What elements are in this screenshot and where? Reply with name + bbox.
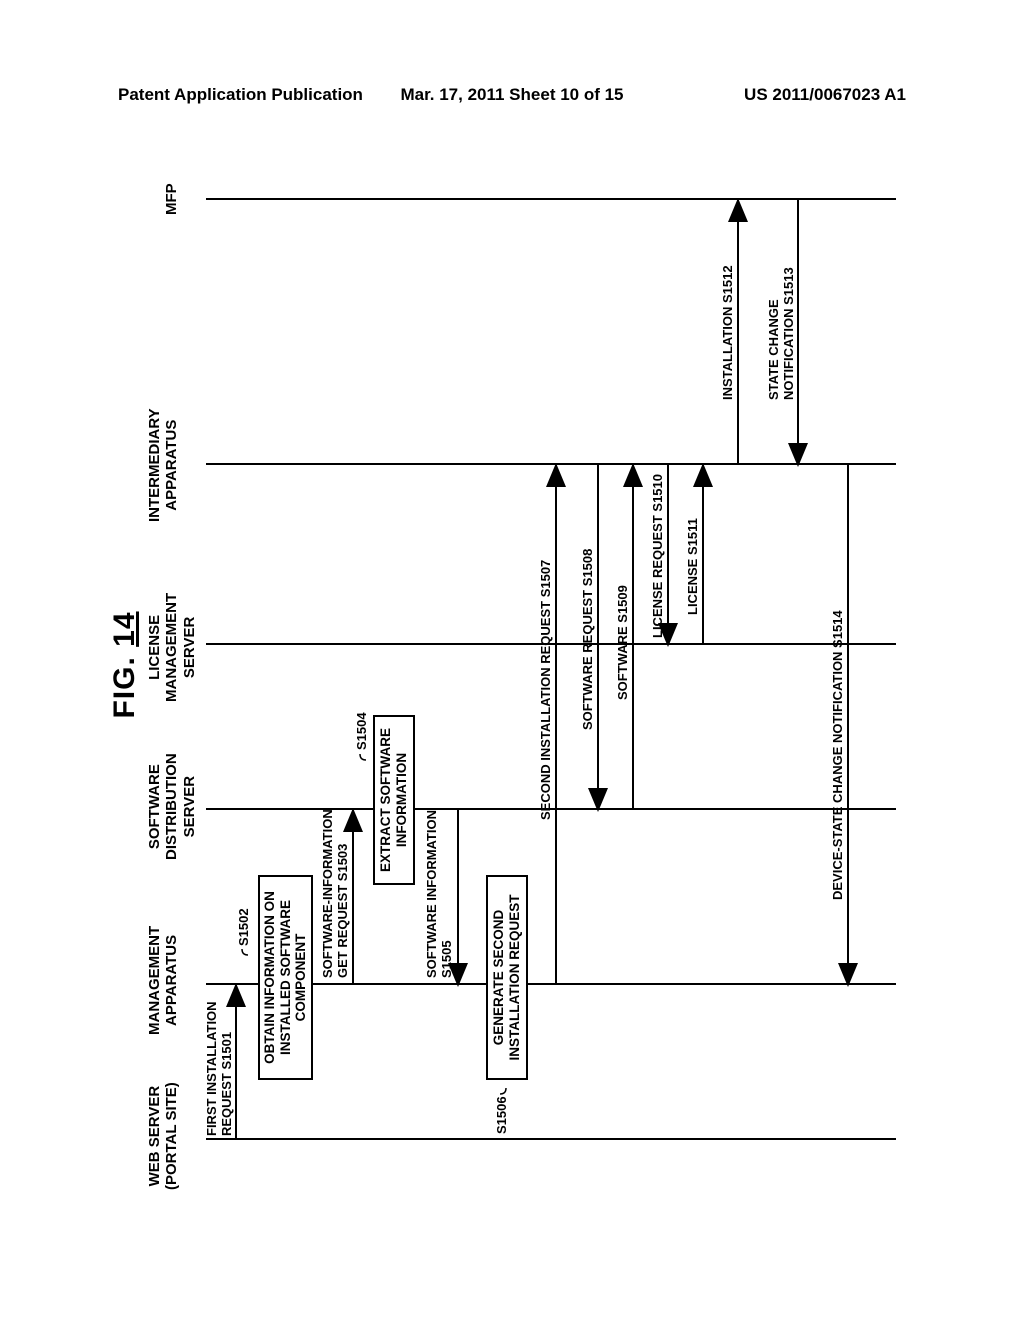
label-s1511: LICENSE S1511 xyxy=(685,518,700,615)
label-s1507: SECOND INSTALLATION REQUEST S1507 xyxy=(538,560,553,820)
label-s1514: DEVICE-STATE CHANGE NOTIFICATION S1514 xyxy=(830,610,845,900)
label-s1513: STATE CHANGENOTIFICATION S1513 xyxy=(766,267,796,400)
header-center: Mar. 17, 2011 Sheet 10 of 15 xyxy=(400,85,623,105)
figure-region: FIG. 14 WEB SERVER(PORTAL SITE) MANAGEME… xyxy=(108,130,908,1200)
label-s1503: SOFTWARE-INFORMATIONGET REQUEST S1503 xyxy=(320,809,350,978)
label-s1508: SOFTWARE REQUEST S1508 xyxy=(580,549,595,730)
label-s1501: FIRST INSTALLATIONREQUEST S1501 xyxy=(204,1001,234,1136)
figure-workspace: FIG. 14 WEB SERVER(PORTAL SITE) MANAGEME… xyxy=(108,130,908,1200)
header-left: Patent Application Publication xyxy=(118,85,363,105)
label-s1510: LICENSE REQUEST S1510 xyxy=(650,474,665,638)
label-s1506: S1506 xyxy=(494,1096,509,1134)
label-s1512: INSTALLATION S1512 xyxy=(720,265,735,400)
page-header: Patent Application Publication Mar. 17, … xyxy=(0,85,1024,105)
label-s1504: S1504 xyxy=(354,712,369,750)
label-s1505: SOFTWARE INFORMATIONS1505 xyxy=(424,810,454,978)
header-right: US 2011/0067023 A1 xyxy=(744,85,906,105)
label-s1502: S1502 xyxy=(236,908,251,946)
label-s1509: SOFTWARE S1509 xyxy=(615,585,630,700)
